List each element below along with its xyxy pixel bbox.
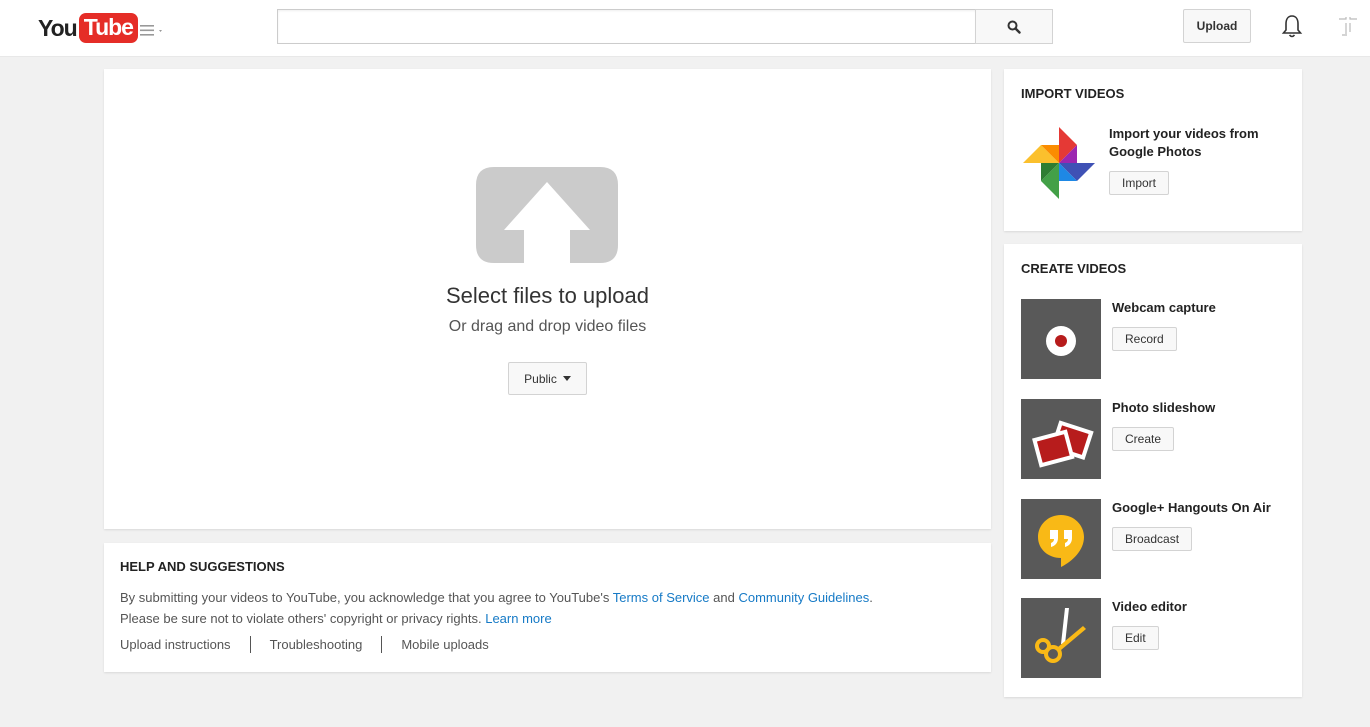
create-videos-card: CREATE VIDEOS Webcam capture Record Phot…	[1004, 244, 1302, 697]
file-drop-zone[interactable]: Select files to upload Or drag and drop …	[104, 69, 991, 529]
import-button[interactable]: Import	[1109, 171, 1170, 195]
help-and: and	[709, 590, 739, 605]
help-text-1: By submitting your videos to YouTube, yo…	[120, 590, 613, 605]
privacy-dropdown[interactable]: Public	[508, 362, 587, 395]
help-card: HELP AND SUGGESTIONS By submitting your …	[104, 543, 991, 672]
help-title: HELP AND SUGGESTIONS	[120, 559, 285, 574]
bell-icon	[1281, 15, 1303, 38]
google-photos-icon	[1023, 127, 1095, 199]
hamburger-menu-icon	[140, 25, 162, 36]
import-videos-card: IMPORT VIDEOS Import your videos from Go…	[1004, 69, 1302, 231]
video-editor-thumb[interactable]	[1021, 598, 1101, 678]
header-upload-button[interactable]: Upload	[1183, 9, 1251, 43]
notifications-button[interactable]	[1280, 13, 1304, 39]
upload-card: Select files to upload Or drag and drop …	[104, 69, 991, 529]
youtube-logo[interactable]: You Tube	[38, 11, 138, 45]
slideshow-thumb[interactable]	[1021, 399, 1101, 479]
select-files-title: Select files to upload	[445, 283, 650, 308]
help-text: By submitting your videos to YouTube, yo…	[120, 587, 975, 629]
masthead: You Tube Upload	[0, 0, 1370, 57]
avatar-icon	[1339, 17, 1357, 36]
photo-slideshow-icon	[1032, 420, 1094, 468]
video-editor-item: Video editor Edit	[1021, 598, 1286, 678]
broadcast-button[interactable]: Broadcast	[1112, 527, 1193, 551]
webcam-record-icon	[1046, 326, 1076, 356]
upload-arrow-icon	[476, 167, 618, 263]
scissors-icon	[1035, 608, 1086, 663]
record-button[interactable]: Record	[1112, 327, 1177, 351]
search-input[interactable]	[277, 9, 976, 44]
divider	[381, 636, 383, 653]
upload-instructions-link[interactable]: Upload instructions	[120, 637, 231, 652]
mobile-uploads-link[interactable]: Mobile uploads	[401, 637, 488, 652]
search-button[interactable]	[975, 9, 1053, 44]
drag-drop-subtitle: Or drag and drop video files	[448, 318, 647, 335]
photo-slideshow-label: Photo slideshow	[1112, 400, 1216, 415]
privacy-value: Public	[524, 371, 557, 386]
logo-you-text: You	[38, 14, 78, 41]
caret-down-icon	[562, 376, 571, 381]
account-avatar[interactable]	[1336, 14, 1360, 38]
import-description: Import your videos from Google Photos	[1109, 126, 1259, 159]
community-guidelines-link[interactable]: Community Guidelines	[738, 590, 869, 605]
learn-more-link[interactable]: Learn more	[485, 611, 551, 626]
hangouts-on-air-item: Google+ Hangouts On Air Broadcast	[1021, 499, 1286, 579]
import-videos-title: IMPORT VIDEOS	[1021, 86, 1125, 101]
create-videos-title: CREATE VIDEOS	[1021, 261, 1127, 276]
guide-menu-button[interactable]	[139, 20, 173, 40]
troubleshooting-link[interactable]: Troubleshooting	[270, 637, 363, 652]
logo-tube-text: Tube	[78, 13, 138, 43]
terms-of-service-link[interactable]: Terms of Service	[613, 590, 710, 605]
video-editor-label: Video editor	[1112, 599, 1187, 614]
photo-slideshow-item: Photo slideshow Create	[1021, 399, 1286, 479]
hangouts-icon	[1038, 515, 1084, 567]
divider	[249, 636, 251, 653]
help-text-2: Please be sure not to violate others' co…	[120, 611, 486, 626]
create-slideshow-button[interactable]: Create	[1112, 427, 1175, 451]
search-bar	[277, 9, 1054, 44]
webcam-thumb[interactable]	[1021, 299, 1101, 379]
webcam-capture-item: Webcam capture Record	[1021, 299, 1286, 379]
hangouts-on-air-label: Google+ Hangouts On Air	[1112, 500, 1271, 515]
help-period: .	[869, 590, 873, 605]
edit-button[interactable]: Edit	[1112, 626, 1159, 650]
help-links: Upload instructions Troubleshooting Mobi…	[120, 636, 975, 653]
hangouts-thumb[interactable]	[1021, 499, 1101, 579]
search-icon	[1007, 20, 1021, 34]
webcam-capture-label: Webcam capture	[1112, 300, 1216, 315]
